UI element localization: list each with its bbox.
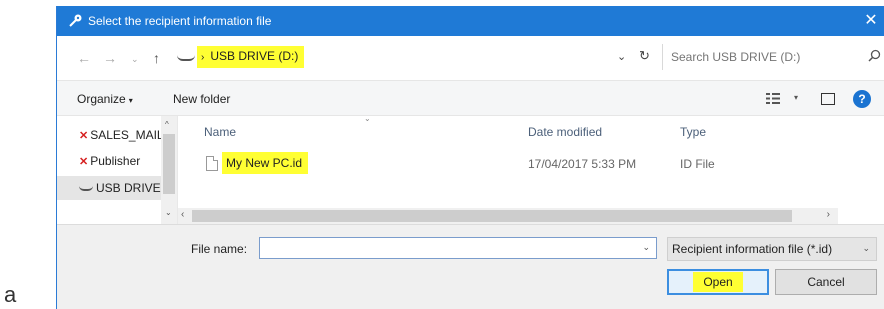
file-date-cell: 17/04/2017 5:33 PM	[528, 157, 637, 171]
drive-icon	[177, 55, 195, 61]
cancel-button[interactable]: Cancel	[775, 269, 877, 295]
new-folder-button[interactable]: New folder	[173, 92, 230, 106]
file-type-value: Recipient information file (*.id)	[672, 242, 833, 256]
sort-indicator-icon: ⌄	[364, 114, 371, 123]
open-button-label: Open	[693, 272, 743, 292]
breadcrumb-location: USB DRIVE (D:)	[210, 49, 299, 63]
nav-item-usb-drive[interactable]: USB DRIVE	[57, 176, 177, 200]
back-button[interactable]: ←	[77, 50, 91, 66]
figure-letter: a	[4, 282, 17, 307]
search-input[interactable]	[663, 44, 863, 70]
scroll-down-icon[interactable]: ⌄	[165, 208, 172, 217]
address-row: ← → ⌄ ↑ › USB DRIVE (D:) ⌄ ↻	[57, 36, 884, 80]
file-name-field[interactable]: ⌄	[259, 237, 657, 259]
file-icon	[206, 156, 218, 171]
refresh-icon[interactable]: ↻	[639, 48, 650, 64]
dialog-title: Select the recipient information file	[88, 14, 272, 28]
disconnected-drive-icon: ✕	[79, 130, 89, 142]
file-list: Name ⌄ Date modified Type My New PC.id 1…	[177, 114, 838, 224]
nav-item-publisher[interactable]: ✕ Publisher	[79, 154, 161, 168]
help-icon[interactable]: ?	[853, 90, 871, 108]
scroll-right-icon[interactable]: ›	[827, 209, 830, 220]
address-dropdown-icon[interactable]: ⌄	[617, 50, 626, 63]
horizontal-scrollbar[interactable]: ‹ ›	[178, 208, 838, 224]
dialog-footer: File name: ⌄ Recipient information file …	[57, 224, 884, 309]
command-toolbar: Organize ▾ New folder ▾ ?	[57, 80, 884, 116]
up-button[interactable]: ↑	[153, 50, 160, 66]
disconnected-drive-icon: ✕	[79, 156, 89, 168]
column-header-date-modified[interactable]: Date modified	[528, 125, 602, 139]
open-file-dialog: Select the recipient information file ✕ …	[56, 6, 884, 309]
chevron-down-icon[interactable]: ⌄	[642, 242, 650, 253]
close-button[interactable]: ✕	[857, 6, 884, 36]
file-name-label: File name:	[191, 242, 248, 256]
nav-scrollbar[interactable]: ^ ⌄	[161, 116, 177, 224]
address-bar[interactable]: › USB DRIVE (D:)	[177, 46, 657, 70]
organize-button[interactable]: Organize ▾	[77, 92, 133, 106]
nav-scroll-thumb[interactable]	[163, 134, 175, 194]
breadcrumb[interactable]: › USB DRIVE (D:)	[197, 46, 305, 68]
view-options-icon[interactable]	[766, 93, 780, 104]
chevron-down-icon: ▾	[128, 96, 133, 105]
chevron-down-icon: ⌄	[862, 243, 870, 253]
open-button[interactable]: Open	[667, 269, 769, 295]
horizontal-scroll-thumb[interactable]	[192, 210, 792, 222]
forward-button[interactable]: →	[103, 50, 117, 66]
file-type-select[interactable]: Recipient information file (*.id) ⌄	[667, 237, 877, 261]
recent-locations-button[interactable]: ⌄	[131, 54, 139, 65]
scroll-up-icon[interactable]: ^	[165, 120, 169, 129]
drive-icon	[79, 186, 93, 192]
navigation-pane: ✕ SALES_MAIL ✕ Publisher USB DRIVE ^ ⌄	[57, 116, 177, 224]
preview-pane-icon[interactable]	[821, 93, 835, 105]
file-row[interactable]: My New PC.id 17/04/2017 5:33 PM ID File	[178, 152, 838, 176]
column-header-type[interactable]: Type	[680, 125, 706, 139]
key-app-icon	[69, 14, 82, 27]
view-menu-caret-icon[interactable]: ▾	[794, 93, 798, 102]
file-name-cell: My New PC.id	[222, 152, 309, 174]
scroll-left-icon[interactable]: ‹	[181, 209, 184, 220]
column-header-name[interactable]: Name	[204, 125, 236, 139]
search-icon[interactable]	[868, 49, 881, 62]
title-bar: Select the recipient information file ✕	[57, 6, 884, 36]
search-box	[662, 44, 884, 70]
file-type-cell: ID File	[680, 157, 715, 171]
nav-item-sales-mail[interactable]: ✕ SALES_MAIL	[79, 128, 161, 142]
